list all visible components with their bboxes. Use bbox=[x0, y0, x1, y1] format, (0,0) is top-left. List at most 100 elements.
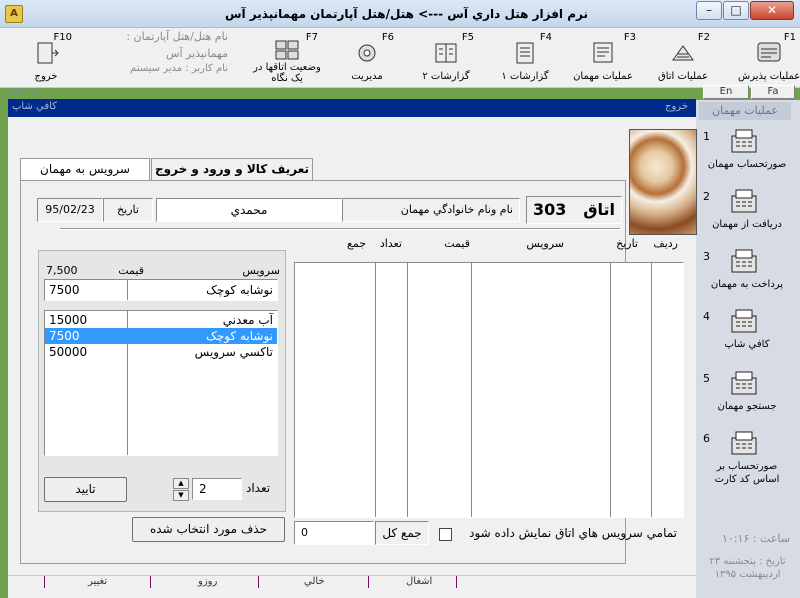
status-separator bbox=[368, 576, 369, 588]
toolbar-room-ops-button[interactable]: F2 عمليات اتاق bbox=[652, 30, 714, 86]
room-ops-icon bbox=[672, 45, 694, 61]
tab-guest-service[interactable]: سرويس به مهمان bbox=[20, 158, 150, 180]
toolbar-exit-button[interactable]: F10 خروج bbox=[16, 30, 76, 86]
register-icon bbox=[731, 249, 757, 273]
qty-spin-up[interactable]: ▲ bbox=[173, 478, 189, 489]
status-occupied: اشغال bbox=[406, 576, 433, 587]
list-item-price: 7500 bbox=[49, 329, 80, 343]
toolbar-label: مديريت bbox=[351, 71, 383, 82]
side-item-guest-bill[interactable]: 1 صورتحساب مهمان bbox=[698, 128, 796, 190]
status-vacant: خالي bbox=[304, 576, 325, 587]
side-item-label: صورتحساب مهمان bbox=[707, 159, 787, 170]
current-date: تاريخ : پنجشنبه ۲۳ ارديبهشت ۱۳۹۵ bbox=[709, 556, 786, 580]
toolbar-reception-button[interactable]: F1 عمليات پذيرش bbox=[738, 30, 800, 86]
list-item[interactable]: 50000 تاکسي سرويس bbox=[45, 344, 277, 360]
confirm-button[interactable]: تاييد bbox=[44, 477, 127, 502]
toolbar-room-status-button[interactable]: F7 وضعيت اتاقها در يک نگاه bbox=[252, 30, 322, 86]
grid-col-total: جمع bbox=[346, 237, 366, 250]
section-header-bar: کافي شاپ خروج bbox=[8, 99, 696, 117]
user-label: نام کاربر : مدير سيستم bbox=[130, 63, 228, 74]
grid-col-service: سرويس bbox=[526, 237, 564, 250]
status-change: تغيير bbox=[88, 576, 108, 587]
reception-icon bbox=[757, 42, 781, 62]
title-bar[interactable]: A نرم افزار هتل داري آس ---> هتل/هتل آپا… bbox=[0, 0, 800, 28]
side-item-pay[interactable]: 3 پرداخت به مهمان bbox=[698, 248, 796, 310]
shortcut-label: F6 bbox=[381, 32, 394, 43]
qty-spin-down[interactable]: ▼ bbox=[173, 490, 189, 501]
checkbox-box[interactable] bbox=[439, 528, 452, 541]
side-panel-header: عمليات مهمان bbox=[699, 102, 791, 120]
toolbar-label: عمليات پذيرش bbox=[738, 71, 800, 82]
show-all-label: تمامي سرويس هاي اتاق نمايش داده شود bbox=[469, 526, 677, 540]
guest-name-field: محمدي bbox=[156, 198, 342, 222]
window-title: نرم افزار هتل داري آس ---> هتل/هتل آپارت… bbox=[224, 7, 588, 21]
price-display: 7,500 bbox=[46, 264, 78, 277]
lang-en-button[interactable]: En bbox=[703, 85, 749, 99]
clock-time: ساعت : ۱۰:۱۶ bbox=[722, 532, 790, 545]
delete-selected-button[interactable]: حذف مورد انتخاب شده bbox=[132, 517, 285, 542]
toolbar-label: عمليات مهمان bbox=[573, 71, 633, 82]
service-list[interactable]: 15000 آب معدني 7500 نوشابه کوچک 50000 تا… bbox=[44, 310, 278, 456]
quantity-input[interactable]: 2 bbox=[192, 478, 242, 500]
selected-service-name: نوشابه کوچک bbox=[206, 283, 273, 297]
list-item-name: تاکسي سرويس bbox=[194, 345, 273, 359]
close-button[interactable]: ✕ bbox=[750, 1, 794, 20]
management-icon bbox=[358, 44, 376, 62]
register-icon bbox=[731, 371, 757, 395]
side-item-label: پرداخت به مهمان bbox=[710, 279, 784, 290]
room-box: اتاق 303 bbox=[526, 196, 622, 224]
exit-icon bbox=[37, 42, 59, 64]
side-item-bill-by-card[interactable]: 6 صورتحساب بر اساس کد کارت bbox=[698, 430, 796, 486]
grid-header: رديف تاريخ سرويس قيمت تعداد جمع bbox=[294, 237, 684, 253]
shortcut-label: F5 bbox=[461, 32, 474, 43]
list-divider bbox=[127, 311, 128, 455]
grid-col-row: رديف bbox=[653, 237, 678, 250]
side-item-receive[interactable]: 2 دريافت از مهمان bbox=[698, 188, 796, 250]
grid-col-qty: تعداد bbox=[379, 237, 402, 250]
show-all-checkbox[interactable]: تمامي سرويس هاي اتاق نمايش داده شود bbox=[437, 524, 677, 544]
toolbar-management-button[interactable]: F6 مديريت bbox=[336, 30, 398, 86]
section-exit-label: خروج bbox=[665, 101, 688, 112]
minimize-button[interactable]: – bbox=[696, 1, 722, 20]
service-list-header: سرويس قيمت 7,500 bbox=[44, 264, 282, 278]
toolbar-label: وضعيت اتاقها در يک نگاه bbox=[253, 62, 321, 84]
lang-fa-button[interactable]: Fa bbox=[751, 85, 795, 99]
col-price-label: قيمت bbox=[118, 264, 144, 277]
maximize-button[interactable]: □ bbox=[723, 1, 749, 20]
toolbar-reports1-button[interactable]: F4 گزارشات ۱ bbox=[494, 30, 556, 86]
col-service-label: سرويس bbox=[242, 264, 280, 277]
register-icon bbox=[731, 189, 757, 213]
tab-define-items[interactable]: تعريف کالا و ورود و خروج bbox=[151, 158, 313, 180]
hotel-info: نام هتل/هتل آپارتمان : مهمانپذير آس نام … bbox=[78, 30, 228, 86]
side-item-search-guest[interactable]: 5 جستجو مهمان bbox=[698, 370, 796, 432]
selected-service-field[interactable]: 7500 نوشابه کوچک bbox=[44, 279, 278, 301]
shortcut-label: F4 bbox=[539, 32, 552, 43]
list-item[interactable]: 15000 آب معدني bbox=[45, 312, 277, 328]
room-status-icon bbox=[275, 40, 299, 60]
list-item-name: نوشابه کوچک bbox=[206, 329, 273, 343]
status-strip: 15 **A bbox=[8, 88, 38, 98]
shortcut-label: F3 bbox=[623, 32, 636, 43]
hotel-label: نام هتل/هتل آپارتمان : bbox=[126, 30, 228, 43]
toolbar-guest-ops-button[interactable]: F3 عمليات مهمان bbox=[566, 30, 640, 86]
side-item-number: 3 bbox=[703, 250, 710, 263]
status-separator bbox=[456, 576, 457, 588]
list-item-price: 50000 bbox=[49, 345, 88, 359]
hotel-name: مهمانپذير آس bbox=[166, 47, 228, 60]
status-separator bbox=[258, 576, 259, 588]
toolbar-label: گزارشات ۲ bbox=[422, 71, 470, 82]
side-item-coffee-shop[interactable]: 4 کافي شاپ bbox=[698, 308, 796, 370]
list-item-price: 15000 bbox=[49, 313, 88, 327]
toolbar-label: خروج bbox=[34, 71, 58, 82]
grand-total-field: 0 bbox=[294, 521, 374, 545]
room-number: 303 bbox=[533, 200, 567, 219]
services-grid[interactable] bbox=[294, 262, 684, 518]
date-field: 95/02/23 bbox=[37, 198, 103, 222]
room-label: اتاق bbox=[583, 200, 615, 219]
section-title: کافي شاپ bbox=[12, 101, 57, 112]
toolbar-reports2-button[interactable]: F5 گزارشات ۲ bbox=[414, 30, 478, 86]
side-item-number: 5 bbox=[703, 372, 710, 385]
list-item-selected[interactable]: 7500 نوشابه کوچک bbox=[45, 328, 277, 344]
side-item-label: دريافت از مهمان bbox=[712, 219, 782, 230]
grid-divider bbox=[651, 263, 652, 517]
